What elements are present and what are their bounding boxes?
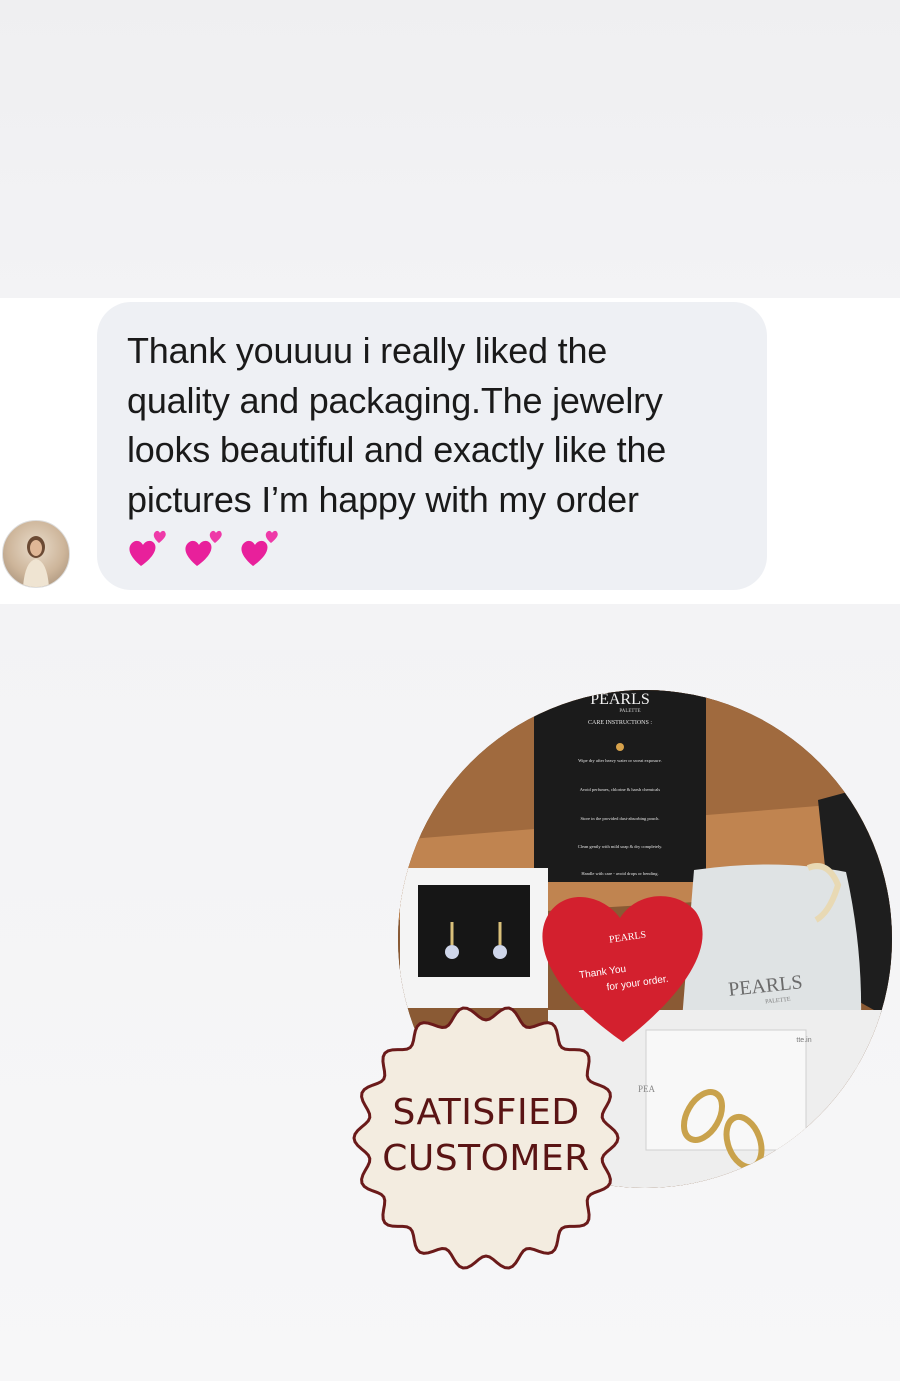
badge-line2: CUSTOMER — [382, 1138, 590, 1179]
message-line: looks beautiful and exactly like the — [127, 429, 667, 470]
care-item: Store in the provided dust-absorbing pou… — [581, 816, 660, 821]
emoji-row — [127, 526, 737, 576]
two-hearts-icon — [185, 530, 222, 566]
message-line: quality and packaging.The jewelry — [127, 379, 663, 421]
drop-icon — [616, 743, 624, 751]
pouch-url: tte.in — [796, 1037, 811, 1044]
message-bubble[interactable]: Thank youuuu i really liked the quality … — [97, 302, 767, 590]
box-label: PEA — [638, 1084, 656, 1094]
care-card-heading: CARE INSTRUCTIONS : — [588, 720, 652, 726]
two-hearts-icon — [129, 530, 166, 566]
satisfied-customer-badge: SATISFIED CUSTOMER — [350, 1002, 622, 1274]
message-line: Thank youuuu i really liked the — [127, 330, 608, 371]
care-item: Wipe dry after heavy water or sweat expo… — [578, 758, 662, 763]
message-line: pictures I’m happy with my order — [127, 478, 639, 520]
care-item: Clean gently with mild soap & dry comple… — [578, 844, 662, 849]
sender-avatar[interactable] — [2, 520, 70, 588]
care-item: Handle with care - avoid drops or bendin… — [581, 871, 658, 876]
care-card-brand: PEARLS — [590, 691, 650, 708]
message-text: Thank youuuu i really liked the quality … — [127, 326, 737, 524]
two-hearts-icon — [241, 530, 278, 566]
badge-line1: SATISFIED — [392, 1092, 580, 1133]
top-background — [0, 0, 900, 298]
care-card-brand-sub: PALETTE — [619, 709, 640, 714]
